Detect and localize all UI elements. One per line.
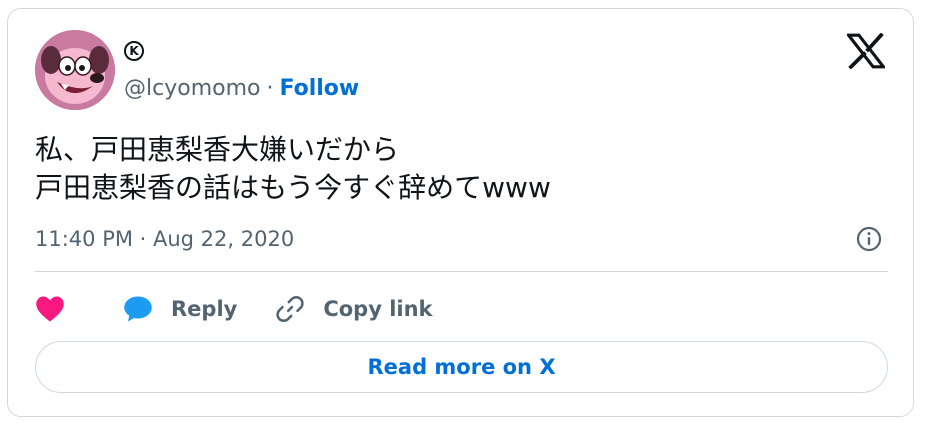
heart-icon [36,296,64,322]
display-name[interactable]: K [124,41,144,61]
info-icon[interactable] [856,226,882,252]
link-icon [276,295,304,323]
copy-link-button[interactable]: Copy link [275,294,433,324]
separator-dot: · [266,76,274,101]
follow-button[interactable]: Follow [279,76,359,101]
tweet-timestamp[interactable]: 11:40 PM · Aug 22, 2020 [35,225,294,253]
read-more-button[interactable]: Read more on X [35,341,888,393]
divider [35,271,888,272]
author-handle[interactable]: @lcyomomo [124,76,260,101]
author-avatar[interactable] [35,30,115,110]
read-more-label: Read more on X [367,355,556,379]
k-badge-icon: K [124,41,144,61]
tweet-card: K @lcyomomo · Follow 私、戸田恵梨香大嫌いだから 戸田恵梨香の話… [7,8,914,417]
speech-bubble-icon [124,296,152,322]
x-logo-icon[interactable] [847,33,885,69]
reply-button[interactable]: Reply [123,295,237,323]
copy-link-label: Copy link [323,297,433,321]
action-bar: Reply Copy link [35,291,433,327]
reply-label: Reply [171,297,238,321]
like-button[interactable] [35,295,65,323]
cartoon-dog-avatar-icon [35,30,115,110]
tweet-text: 私、戸田恵梨香大嫌いだから 戸田恵梨香の話はもう今すぐ辞めてwww [35,133,551,204]
author-handle-row: @lcyomomo · Follow [124,75,359,103]
